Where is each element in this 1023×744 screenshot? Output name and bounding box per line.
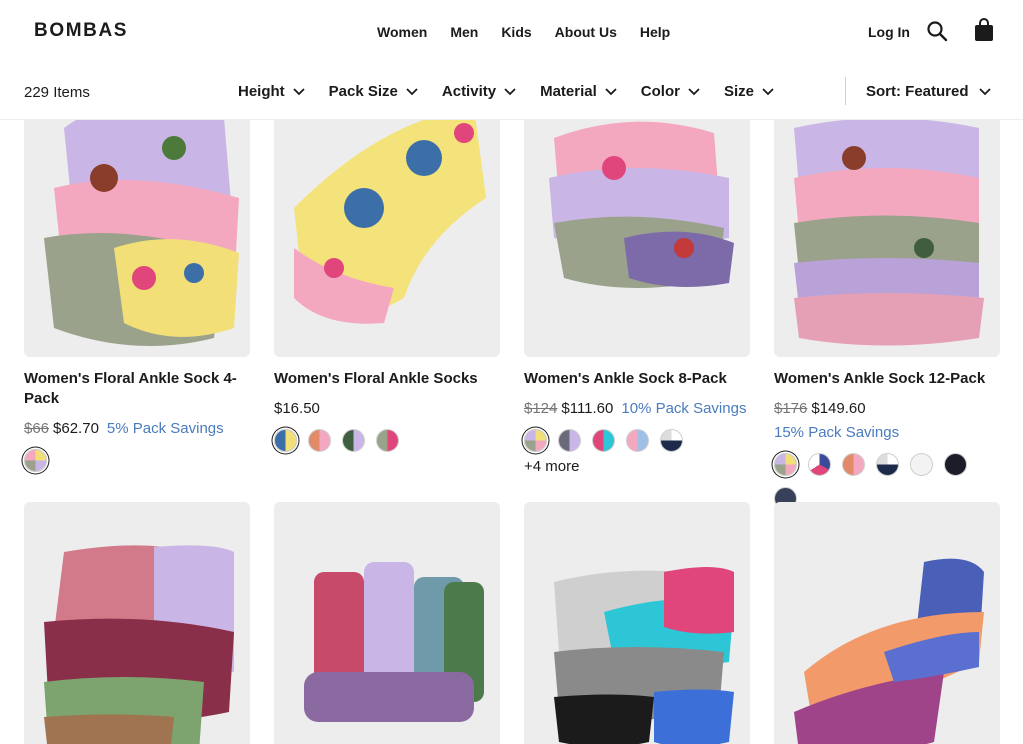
main-nav: Women Men Kids About Us Help [377,24,670,40]
color-swatches [274,429,500,452]
original-price: $124 [524,400,558,417]
product-image[interactable] [524,502,750,744]
pack-savings: 5% Pack Savings [106,420,224,437]
price-line: $66 $62.70 5% Pack Savings [24,419,250,439]
chevron-down-icon [504,87,516,95]
nav-kids[interactable]: Kids [501,24,531,40]
sort-dropdown[interactable]: Sort: Featured [866,83,991,100]
filter-list: Height Pack Size Activity Material Color… [238,83,774,100]
sale-price: $62.70 [53,420,99,437]
login-link[interactable]: Log In [868,24,910,40]
filter-activity-label: Activity [441,83,497,100]
color-swatch[interactable] [308,429,331,452]
product-title[interactable]: Women's Ankle Sock 12-Pack [774,369,1000,389]
search-icon[interactable] [926,20,948,42]
filter-size-label: Size [723,83,754,100]
chevron-down-icon [762,87,774,95]
sale-price: $111.60 [561,400,614,417]
bombas-logo[interactable]: BOMBAS [34,20,128,42]
price-line: $176 $149.60 [774,399,1000,419]
color-swatch[interactable] [944,453,967,476]
nav-women[interactable]: Women [377,24,427,40]
product-grid-row-2 [24,502,1000,744]
color-swatches [524,429,750,452]
product-image[interactable] [24,502,250,744]
filter-divider [845,77,846,105]
filter-color[interactable]: Color [641,83,700,100]
savings-line: 15% Pack Savings [774,423,1000,443]
original-price: $176 [774,400,808,417]
nav-help[interactable]: Help [640,24,670,40]
color-swatch[interactable] [660,429,683,452]
pack-savings: 15% Pack Savings [774,424,900,441]
color-swatch[interactable] [274,429,297,452]
item-count: 229 Items [24,84,90,101]
sock-image [24,502,250,744]
sock-image [274,502,500,744]
product-image[interactable] [274,502,500,744]
filter-color-label: Color [640,83,680,100]
filter-height-label: Height [238,83,285,100]
sort-label: Sort: Featured [866,83,969,100]
sale-price: $16.50 [274,400,320,417]
chevron-down-icon [406,87,418,95]
filter-activity[interactable]: Activity [442,83,516,100]
filter-material-label: Material [540,83,597,100]
pack-savings: 10% Pack Savings [621,400,747,417]
color-swatches [24,449,250,472]
color-swatch[interactable] [808,453,831,476]
more-colors-link[interactable]: +4 more [524,458,750,475]
product-title[interactable]: Women's Floral Ankle Sock 4-Pack [24,369,250,409]
top-navigation: BOMBAS Women Men Kids About Us Help Log … [0,0,1023,64]
filter-size[interactable]: Size [724,83,774,100]
filter-material[interactable]: Material [540,83,617,100]
filter-pack-size-label: Pack Size [328,83,398,100]
color-swatch[interactable] [376,429,399,452]
sock-image [524,502,750,744]
filter-pack-size[interactable]: Pack Size [329,83,418,100]
color-swatch[interactable] [558,429,581,452]
original-price: $66 [24,420,50,437]
color-swatch[interactable] [524,429,547,452]
product-card[interactable] [524,502,750,744]
chevron-down-icon [605,87,617,95]
nav-about[interactable]: About Us [555,24,617,40]
color-swatch[interactable] [24,449,47,472]
product-card[interactable] [274,502,500,744]
product-card[interactable] [774,502,1000,744]
product-title[interactable]: Women's Floral Ankle Socks [274,369,500,389]
cart-icon[interactable] [974,18,994,42]
chevron-down-icon [688,87,700,95]
color-swatch[interactable] [626,429,649,452]
sock-image [774,502,1000,744]
price-line: $16.50 [274,399,500,419]
color-swatch[interactable] [910,453,933,476]
filter-bar: 229 Items Height Pack Size Activity Mate… [0,64,1023,120]
color-swatch[interactable] [592,429,615,452]
chevron-down-icon [978,87,991,95]
sale-price: $149.60 [811,400,866,417]
nav-men[interactable]: Men [450,24,478,40]
color-swatch[interactable] [342,429,365,452]
chevron-down-icon [293,87,305,95]
color-swatch[interactable] [876,453,899,476]
product-card[interactable] [24,502,250,744]
filter-height[interactable]: Height [238,83,305,100]
color-swatch[interactable] [774,453,797,476]
color-swatch[interactable] [842,453,865,476]
price-line: $124 $111.60 10% Pack Savings [524,399,750,419]
product-image[interactable] [774,502,1000,744]
product-title[interactable]: Women's Ankle Sock 8-Pack [524,369,750,389]
